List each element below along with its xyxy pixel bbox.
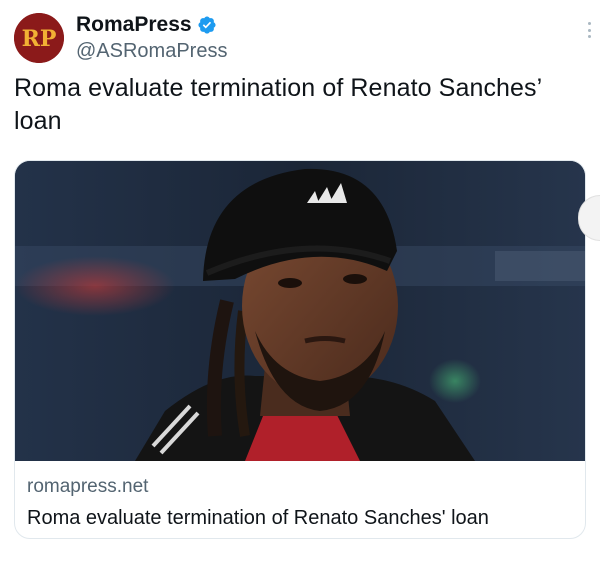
svg-text:RP: RP — [22, 26, 57, 52]
link-card-image[interactable] — [15, 161, 585, 461]
link-card-body[interactable]: romapress.net Roma evaluate termination … — [15, 461, 585, 538]
link-card-domain: romapress.net — [27, 476, 149, 497]
tweet[interactable]: RP RomaPress @ASRomaPress Roma evaluate … — [0, 0, 600, 561]
more-options-icon[interactable] — [584, 18, 594, 42]
tweet-header: RP RomaPress @ASRomaPress — [14, 8, 586, 68]
romapress-logo-icon: RP — [14, 13, 64, 63]
account-names: RomaPress @ASRomaPress — [76, 13, 227, 63]
link-card-title: Roma evaluate termination of Renato Sanc… — [27, 507, 489, 529]
account-handle[interactable]: @ASRomaPress — [76, 39, 227, 63]
tweet-text: Roma evaluate termination of Renato Sanc… — [14, 74, 542, 135]
verified-badge-icon — [198, 16, 216, 34]
avatar[interactable]: RP — [14, 13, 64, 63]
display-name[interactable]: RomaPress — [76, 13, 192, 37]
link-card[interactable]: romapress.net Roma evaluate termination … — [14, 160, 586, 539]
